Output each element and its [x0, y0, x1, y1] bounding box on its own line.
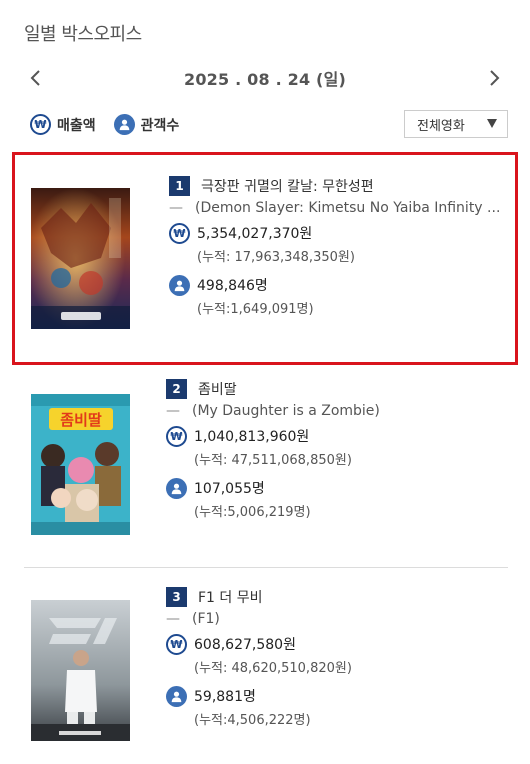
person-icon [113, 114, 135, 135]
cumulative-audience: (누적:5,006,219명) [194, 505, 311, 520]
daily-audience: 107,055명 [194, 481, 265, 497]
dash: — [169, 200, 183, 216]
daily-audience: 498,846명 [197, 278, 268, 294]
movie-poster [31, 188, 130, 329]
original-title: (Demon Slayer: Kimetsu No Yaiba Infinity… [195, 200, 501, 216]
divider [24, 567, 508, 568]
legend-audience: 관객수 [113, 114, 180, 135]
legend-revenue: ₩ 매출액 [30, 114, 96, 135]
movie-card[interactable]: 1 극장판 귀멸의 칼날: 무한성편 — (Demon Slayer: Kimet… [12, 152, 518, 365]
movie-card[interactable]: 3 F1 더 무비 — (F1) ₩ 608,627,580원 (누적: 48,6… [12, 580, 518, 760]
movie-title[interactable]: F1 더 무비 [198, 587, 263, 607]
movie-poster: 좀비딸 [31, 394, 130, 535]
movie-info: 1 극장판 귀멸의 칼날: 무한성편 — (Demon Slayer: Kimet… [169, 175, 509, 317]
legend: ₩ 매출액 관객수 [30, 114, 197, 135]
daily-revenue: 5,354,027,370원 [197, 226, 313, 242]
cumulative-audience: (누적:4,506,222명) [194, 713, 311, 728]
cumulative-revenue: (누적: 17,963,348,350원) [197, 250, 355, 265]
movie-title[interactable]: 극장판 귀멸의 칼날: 무한성편 [201, 176, 374, 196]
dash: — [166, 611, 180, 627]
legend-audience-label: 관객수 [140, 117, 180, 134]
rank-badge: 3 [166, 587, 187, 607]
current-date: 2025 . 08 . 24 (일) [183, 70, 346, 89]
rank-badge: 2 [166, 379, 187, 399]
movie-title[interactable]: 좀비딸 [198, 379, 237, 399]
movie-info: 3 F1 더 무비 — (F1) ₩ 608,627,580원 (누적: 48,6… [166, 586, 506, 728]
original-title: (My Daughter is a Zombie) [192, 403, 380, 419]
svg-text:좀비딸: 좀비딸 [60, 411, 102, 429]
filter-selected-value: 전체영화 [417, 118, 465, 134]
cumulative-revenue: (누적: 47,511,068,850원) [194, 453, 352, 468]
daily-revenue: 1,040,813,960원 [194, 429, 310, 445]
movie-filter-select[interactable]: 전체영화 [404, 110, 508, 138]
cumulative-audience: (누적:1,649,091명) [197, 302, 314, 317]
daily-audience: 59,881명 [194, 689, 256, 705]
cumulative-revenue: (누적: 48,620,510,820원) [194, 661, 352, 676]
dash: — [166, 403, 180, 419]
person-icon [166, 685, 187, 707]
person-icon [166, 477, 187, 499]
won-icon: ₩ [169, 222, 190, 244]
won-icon: ₩ [30, 114, 51, 135]
date-navigator: 2025 . 08 . 24 (일) [0, 62, 530, 94]
daily-revenue: 608,627,580원 [194, 637, 296, 653]
won-icon: ₩ [166, 633, 187, 655]
person-icon [169, 274, 190, 296]
dropdown-caret-icon [487, 119, 497, 128]
movie-card[interactable]: 좀비딸 2 좀비딸 — (My Daughter is a Zombie) ₩ 1… [12, 372, 518, 552]
next-date-button[interactable] [484, 66, 506, 90]
rank-badge: 1 [169, 176, 190, 196]
movie-info: 2 좀비딸 — (My Daughter is a Zombie) ₩ 1,040… [166, 378, 506, 520]
page-title: 일별 박스오피스 [24, 24, 142, 45]
legend-revenue-label: 매출액 [57, 117, 96, 134]
chevron-right-icon [490, 70, 500, 86]
movie-poster [31, 600, 130, 741]
original-title: (F1) [192, 611, 220, 627]
won-icon: ₩ [166, 425, 187, 447]
